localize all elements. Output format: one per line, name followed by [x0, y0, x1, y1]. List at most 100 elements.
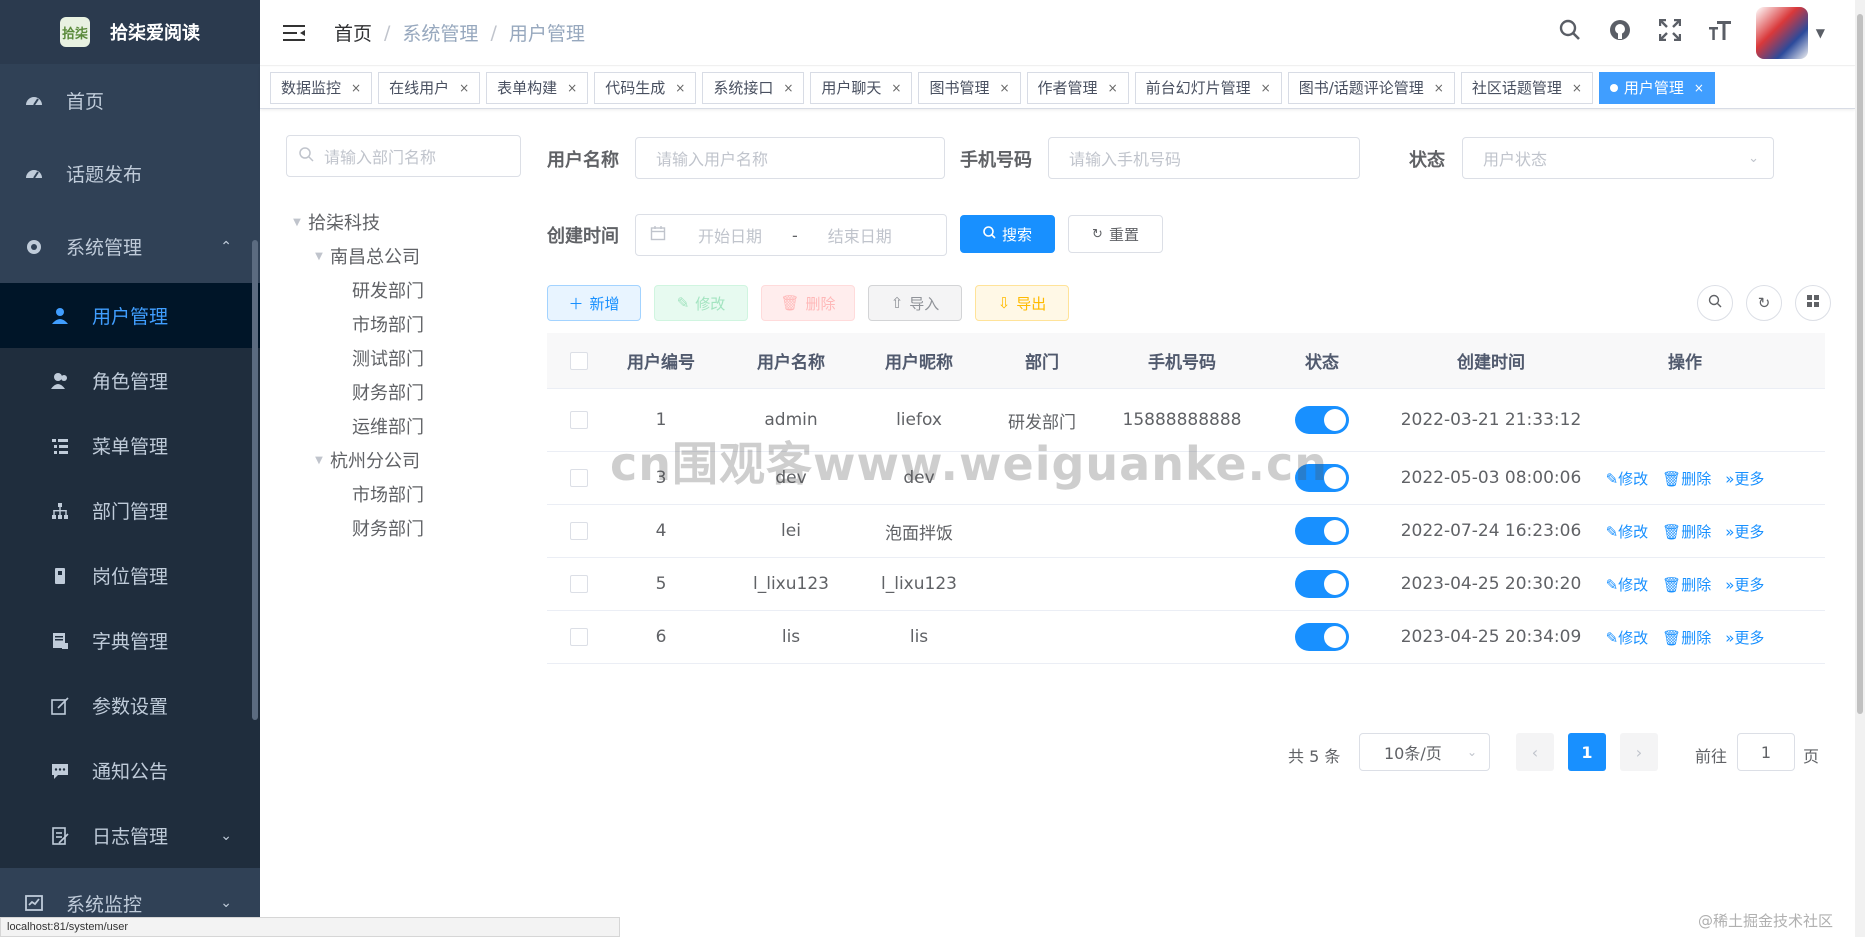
row-more-link[interactable]: »更多: [1725, 627, 1764, 648]
status-switch[interactable]: [1295, 570, 1349, 598]
row-edit-link[interactable]: ✎修改: [1606, 521, 1649, 542]
status-switch[interactable]: [1295, 517, 1349, 545]
sidebar-subitem-2[interactable]: 菜单管理: [0, 413, 260, 478]
dept-search-input[interactable]: 请输入部门名称: [286, 135, 521, 177]
row-checkbox[interactable]: [570, 575, 588, 593]
add-button[interactable]: ＋ 新增: [547, 285, 641, 321]
sidebar-subitem-6[interactable]: 参数设置: [0, 673, 260, 738]
close-icon[interactable]: ×: [1108, 81, 1118, 95]
sidebar-item-2[interactable]: 系统管理 ⌃: [0, 210, 260, 283]
delete-button[interactable]: 🗑 删除: [761, 285, 855, 321]
tree-node[interactable]: ▼ 杭州分公司: [286, 443, 424, 477]
tree-node[interactable]: ▼ 南昌总公司: [286, 239, 424, 273]
prev-page-button[interactable]: ‹: [1516, 733, 1554, 771]
sidebar-subitem-8[interactable]: 日志管理 ⌄: [0, 803, 260, 868]
status-select[interactable]: 用户状态 ⌄: [1462, 137, 1774, 179]
close-icon[interactable]: ×: [675, 81, 685, 95]
export-button[interactable]: ⇩ 导出: [975, 285, 1069, 321]
close-icon[interactable]: ×: [999, 81, 1009, 95]
table-row[interactable]: 4 lei 泡面拌饭 2022-07-24 16:23:06 ✎修改 🗑删除 »更多: [547, 505, 1825, 558]
tab-tag[interactable]: 图书管理 ×: [918, 71, 1021, 104]
sidebar-item-0[interactable]: 首页: [0, 64, 260, 137]
tab-tag[interactable]: 作者管理 ×: [1026, 71, 1129, 104]
columns-button[interactable]: [1795, 285, 1831, 321]
phone-input[interactable]: 请输入手机号码: [1048, 137, 1360, 179]
close-icon[interactable]: ×: [351, 81, 361, 95]
tree-node[interactable]: 财务部门: [286, 511, 424, 545]
tab-tag[interactable]: 用户管理 ×: [1598, 71, 1715, 104]
row-edit-link[interactable]: ✎修改: [1606, 574, 1649, 595]
page-size-select[interactable]: 10条/页 ⌄: [1359, 733, 1490, 771]
row-delete-link[interactable]: 🗑删除: [1662, 468, 1711, 489]
close-icon[interactable]: ×: [459, 81, 469, 95]
tree-node[interactable]: ▼ 拾柒科技: [286, 205, 424, 239]
fullscreen-icon[interactable]: [1656, 18, 1684, 47]
font-size-icon[interactable]: [1706, 19, 1734, 47]
sidebar-subitem-5[interactable]: 字典管理: [0, 608, 260, 673]
row-edit-link[interactable]: ✎修改: [1606, 468, 1649, 489]
refresh-button[interactable]: ↻: [1746, 285, 1782, 321]
hamburger-icon[interactable]: [282, 23, 306, 43]
reset-button[interactable]: ↻ 重置: [1068, 215, 1163, 253]
close-icon[interactable]: ×: [1694, 81, 1704, 95]
tree-node[interactable]: 测试部门: [286, 341, 424, 375]
tab-tag[interactable]: 社区话题管理 ×: [1460, 71, 1593, 104]
tab-tag[interactable]: 系统接口 ×: [702, 71, 805, 104]
status-switch[interactable]: [1295, 623, 1349, 651]
sidebar-scrollbar[interactable]: [252, 240, 258, 720]
sidebar-subitem-3[interactable]: 部门管理: [0, 478, 260, 543]
username-input[interactable]: 请输入用户名称: [635, 137, 945, 179]
sidebar-item-1[interactable]: 话题发布: [0, 137, 260, 210]
close-icon[interactable]: ×: [567, 81, 577, 95]
caret-down-icon[interactable]: ▼: [1816, 26, 1825, 40]
logo[interactable]: 拾柒 拾柒爱阅读: [0, 0, 260, 64]
row-delete-link[interactable]: 🗑删除: [1662, 574, 1711, 595]
toggle-search-button[interactable]: [1697, 285, 1733, 321]
select-all-checkbox[interactable]: [570, 351, 588, 370]
import-button[interactable]: ⇧ 导入: [868, 285, 962, 321]
caret-down-icon[interactable]: ▼: [286, 217, 308, 228]
avatar[interactable]: [1755, 7, 1808, 59]
next-page-button[interactable]: ›: [1620, 733, 1658, 771]
row-delete-link[interactable]: 🗑删除: [1662, 627, 1711, 648]
close-icon[interactable]: ×: [1261, 81, 1271, 95]
row-edit-link[interactable]: ✎修改: [1606, 627, 1649, 648]
search-button[interactable]: 搜索: [960, 215, 1055, 253]
sidebar-subitem-0[interactable]: 用户管理: [0, 283, 260, 348]
row-checkbox[interactable]: [570, 522, 588, 540]
tab-tag[interactable]: 图书/话题评论管理 ×: [1287, 71, 1455, 104]
row-delete-link[interactable]: 🗑删除: [1662, 521, 1711, 542]
row-checkbox[interactable]: [570, 628, 588, 646]
caret-down-icon[interactable]: ▼: [308, 251, 330, 262]
row-more-link[interactable]: »更多: [1725, 468, 1764, 489]
row-checkbox[interactable]: [570, 411, 588, 429]
caret-down-icon[interactable]: ▼: [308, 455, 330, 466]
page-number-active[interactable]: 1: [1568, 733, 1606, 771]
tab-tag[interactable]: 前台幻灯片管理 ×: [1134, 71, 1282, 104]
date-range-picker[interactable]: 开始日期 - 结束日期: [635, 214, 947, 256]
close-icon[interactable]: ×: [1434, 81, 1444, 95]
close-icon[interactable]: ×: [783, 81, 793, 95]
close-icon[interactable]: ×: [891, 81, 901, 95]
edit-button[interactable]: ✎ 修改: [654, 285, 748, 321]
tab-tag[interactable]: 代码生成 ×: [594, 71, 697, 104]
tree-node[interactable]: 运维部门: [286, 409, 424, 443]
sidebar-subitem-7[interactable]: 通知公告: [0, 738, 260, 803]
tree-node[interactable]: 市场部门: [286, 477, 424, 511]
row-more-link[interactable]: »更多: [1725, 574, 1764, 595]
table-row[interactable]: 6 lis lis 2023-04-25 20:34:09 ✎修改 🗑删除 »更多: [547, 611, 1825, 664]
sidebar-subitem-4[interactable]: 岗位管理: [0, 543, 260, 608]
tree-node[interactable]: 财务部门: [286, 375, 424, 409]
tab-tag[interactable]: 用户聊天 ×: [810, 71, 913, 104]
tree-node[interactable]: 研发部门: [286, 273, 424, 307]
tree-node[interactable]: 市场部门: [286, 307, 424, 341]
search-icon[interactable]: [1556, 19, 1584, 47]
tab-tag[interactable]: 在线用户 ×: [378, 71, 481, 104]
row-more-link[interactable]: »更多: [1725, 521, 1764, 542]
tab-tag[interactable]: 表单构建 ×: [486, 71, 589, 104]
table-row[interactable]: 5 l_lixu123 l_lixu123 2023-04-25 20:30:20 ✎修…: [547, 558, 1825, 611]
scrollbar-thumb[interactable]: [1857, 14, 1863, 714]
breadcrumb-home[interactable]: 首页: [334, 19, 372, 46]
close-icon[interactable]: ×: [1572, 81, 1582, 95]
sidebar-subitem-1[interactable]: 角色管理: [0, 348, 260, 413]
